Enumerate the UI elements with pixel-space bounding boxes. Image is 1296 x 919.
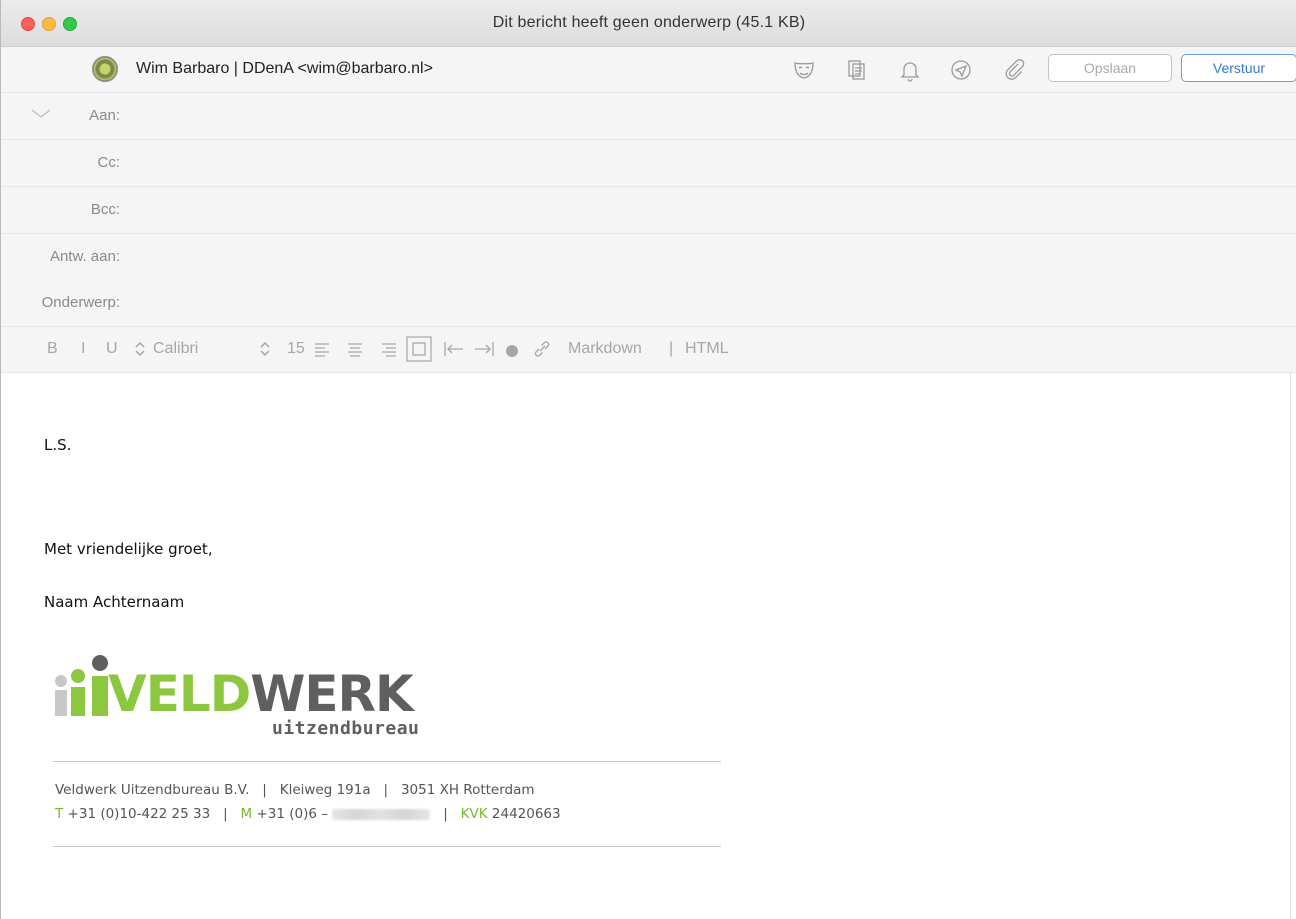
size-stepper-icon[interactable] [259,340,271,358]
font-stepper-icon[interactable] [134,340,146,358]
save-button[interactable]: Opslaan [1048,54,1172,82]
people-logo-icon [55,655,108,716]
cc-field[interactable] [131,148,1281,178]
subject-row: Onderwerp: [1,280,1296,327]
message-body[interactable]: L.S. Met vriendelijke groet, Naam Achter… [1,373,1291,919]
color-dot-icon[interactable] [505,344,519,358]
chevron-down-icon[interactable] [31,107,51,121]
to-row: Aan: [1,93,1296,140]
reply-to-row: Antw. aan: [1,234,1296,281]
reply-to-label: Antw. aan: [49,248,120,265]
mask-icon[interactable] [791,58,817,84]
logo-subtitle: uitzendbureau [272,718,420,739]
to-field[interactable] [131,101,1281,131]
greeting-text: L.S. [44,436,72,454]
cc-row: Cc: [1,140,1296,187]
bcc-row: Bcc: [1,187,1296,234]
veldwerk-logo: VELDWERK uitzendbureau [53,654,453,744]
signature-divider-bottom [53,846,721,847]
logo-wordmark: VELDWERK [108,665,414,723]
from-row: Wim Barbaro | DDenA <wim@barbaro.nl> Ops… [1,47,1296,93]
bold-button[interactable]: B [47,340,58,358]
cc-label: Cc: [97,154,121,171]
send-button[interactable]: Verstuur [1181,54,1296,82]
subject-label: Onderwerp: [41,294,120,311]
html-toggle[interactable]: HTML [685,340,729,358]
underline-button[interactable]: U [106,340,118,358]
redacted-phone [332,808,431,820]
align-right-icon[interactable] [380,340,398,358]
window-title: Dit bericht heeft geen onderwerp (45.1 K… [492,14,806,31]
paperclip-icon[interactable] [1001,58,1027,84]
compose-window: Dit bericht heeft geen onderwerp (45.1 K… [0,0,1296,919]
size-select[interactable]: 15 [287,340,305,358]
markdown-toggle[interactable]: Markdown [568,340,642,358]
signature-address-line: Veldwerk Uitzendbureau B.V. | Kleiweg 19… [55,782,535,798]
font-select[interactable]: Calibri [153,340,198,358]
box-icon[interactable] [406,336,432,362]
outdent-icon[interactable] [443,340,465,358]
title-bar: Dit bericht heeft geen onderwerp (45.1 K… [1,0,1296,47]
reply-to-field[interactable] [131,242,1281,272]
bcc-label: Bcc: [90,201,120,218]
template-icon[interactable] [844,58,870,84]
align-center-icon[interactable] [346,340,364,358]
format-separator: | [669,340,674,357]
sender-name-text: Naam Achternaam [44,593,185,611]
link-icon[interactable] [532,340,552,358]
bcc-field[interactable] [131,195,1281,225]
bell-icon[interactable] [897,58,923,84]
indent-icon[interactable] [473,340,495,358]
italic-button[interactable]: I [81,340,85,358]
to-label: Aan: [89,107,120,124]
send-later-icon[interactable] [948,58,974,84]
align-left-icon[interactable] [313,340,331,358]
closing-text: Met vriendelijke groet, [44,540,213,558]
sender-avatar[interactable] [92,56,118,82]
format-toolbar: B I U Calibri 15 Markdown | HTML [1,327,1296,373]
subject-field[interactable] [131,288,1281,318]
from-address[interactable]: Wim Barbaro | DDenA <wim@barbaro.nl> [136,60,433,78]
signature-contact-line: T +31 (0)10-422 25 33 | M +31 (0)6 – | K… [55,806,561,822]
signature-divider-top [53,761,721,762]
